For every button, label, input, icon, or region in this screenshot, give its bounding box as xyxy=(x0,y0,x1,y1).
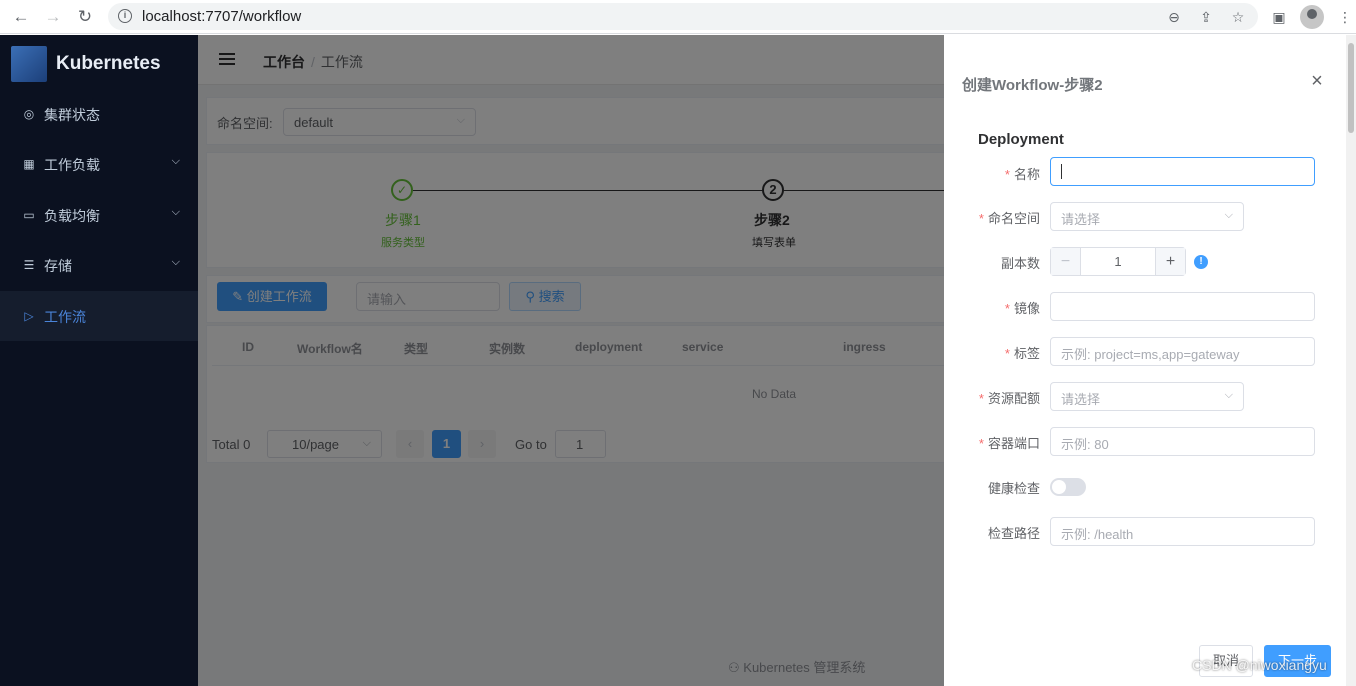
required-mark: * xyxy=(978,211,984,226)
close-icon[interactable]: × xyxy=(1308,71,1326,91)
watermark-text: CSDN @niwoxiangyu xyxy=(1192,657,1327,673)
app-sidebar: Kubernetes ◎ 集群状态 ▦ 工作负载 ⌵ ▭ 负载均衡 ⌵ ☰ 存储… xyxy=(0,35,198,686)
sidebar-item-cluster-status[interactable]: ◎ 集群状态 xyxy=(0,89,198,139)
replicas-stepper[interactable]: − 1 + xyxy=(1050,247,1186,276)
resources-placeholder: 请选择 xyxy=(1061,392,1101,407)
name-label-text: 名称 xyxy=(1013,167,1040,182)
port-placeholder: 示例: 80 xyxy=(1061,437,1109,452)
required-mark: * xyxy=(1004,301,1010,316)
create-workflow-drawer: 创建Workflow-步骤2 × Deployment * 名称 * 命名空间 请选… xyxy=(944,35,1356,686)
port-label: * 容器端口 xyxy=(944,433,1040,452)
required-mark: * xyxy=(978,436,984,451)
grid-icon: ▦ xyxy=(23,157,35,171)
drawer-title: 创建Workflow-步骤2 xyxy=(962,77,1103,94)
name-label: * 名称 xyxy=(944,164,1040,183)
sidebar-item-label: 存储 xyxy=(44,258,72,274)
image-input[interactable] xyxy=(1050,292,1315,321)
chevron-down-icon: ⌵ xyxy=(171,155,180,167)
namespace-field-label: * 命名空间 xyxy=(944,208,1040,227)
chevron-down-icon: ⌵ xyxy=(171,256,180,268)
browser-toolbar: ← → ↻ i localhost:7707/workflow ⊖ ⇪ ☆ ▣ … xyxy=(0,0,1356,34)
chevron-down-icon: ⌵ xyxy=(1224,389,1233,401)
resources-select[interactable]: 请选择 ⌵ xyxy=(1050,382,1244,411)
namespace-field-select[interactable]: 请选择 ⌵ xyxy=(1050,202,1244,231)
chevron-down-icon: ⌵ xyxy=(1224,209,1233,221)
sidebar-item-label: 工作流 xyxy=(44,309,86,325)
image-label: * 镜像 xyxy=(944,298,1040,317)
share-icon[interactable]: ⇪ xyxy=(1196,7,1216,27)
health-path-label: 检查路径 xyxy=(987,526,1040,541)
namespace-field-placeholder: 请选择 xyxy=(1061,212,1101,227)
labels-input[interactable]: 示例: project=ms,app=gateway xyxy=(1050,337,1315,366)
logo-text: Kubernetes xyxy=(56,53,161,74)
scrollbar-thumb[interactable] xyxy=(1348,43,1354,133)
labels-label: * 标签 xyxy=(944,343,1040,362)
replicas-value: 1 xyxy=(1114,254,1122,269)
url-text: localhost:7707/workflow xyxy=(142,8,302,25)
health-path-input[interactable]: 示例: /health xyxy=(1050,517,1315,546)
bookmark-star-icon[interactable]: ☆ xyxy=(1228,7,1248,27)
dashboard-icon: ◎ xyxy=(23,107,35,121)
modal-overlay[interactable] xyxy=(198,35,944,686)
image-label-text: 镜像 xyxy=(1013,301,1040,316)
section-title: Deployment xyxy=(978,131,1064,148)
side-panel-icon[interactable]: ▣ xyxy=(1268,6,1290,28)
sidebar-item-label: 工作负载 xyxy=(44,157,100,173)
replicas-label: 副本数 xyxy=(1000,256,1040,271)
forward-arrow-icon[interactable]: → xyxy=(42,6,64,28)
required-mark: * xyxy=(1004,167,1010,182)
name-input[interactable] xyxy=(1050,157,1315,186)
port-input[interactable]: 示例: 80 xyxy=(1050,427,1315,456)
play-circle-icon: ▷ xyxy=(24,309,34,323)
increment-button[interactable]: + xyxy=(1155,248,1185,275)
namespace-field-label-text: 命名空间 xyxy=(987,211,1040,226)
required-mark: * xyxy=(1004,346,1010,361)
text-cursor xyxy=(1061,164,1062,179)
resources-label: * 资源配额 xyxy=(944,388,1040,407)
health-path-placeholder: 示例: /health xyxy=(1061,527,1134,542)
health-check-toggle[interactable] xyxy=(1050,478,1086,496)
document-icon: ☰ xyxy=(23,258,35,272)
back-arrow-icon[interactable]: ← xyxy=(10,6,32,28)
more-menu-icon[interactable]: ⋮ xyxy=(1334,6,1356,28)
sidebar-item-workloads[interactable]: ▦ 工作负载 ⌵ xyxy=(0,139,198,189)
sidebar-item-storage[interactable]: ☰ 存储 ⌵ xyxy=(0,240,198,290)
address-bar[interactable]: i localhost:7707/workflow ⊖ ⇪ ☆ xyxy=(108,3,1258,30)
chevron-down-icon: ⌵ xyxy=(171,206,180,218)
resources-label-text: 资源配额 xyxy=(987,391,1040,406)
briefcase-icon: ▭ xyxy=(23,208,35,222)
decrement-button[interactable]: − xyxy=(1051,248,1081,275)
sidebar-item-workflow[interactable]: ▷ 工作流 xyxy=(0,291,198,341)
sidebar-item-label: 集群状态 xyxy=(44,107,100,123)
info-icon[interactable]: ! xyxy=(1194,255,1208,269)
health-check-label: 健康检查 xyxy=(987,481,1040,496)
required-mark: * xyxy=(978,391,984,406)
labels-label-text: 标签 xyxy=(1013,346,1040,361)
labels-placeholder: 示例: project=ms,app=gateway xyxy=(1061,347,1240,362)
zoom-icon[interactable]: ⊖ xyxy=(1164,7,1184,27)
site-info-icon[interactable]: i xyxy=(118,9,132,23)
page-scrollbar[interactable] xyxy=(1346,35,1356,686)
logo-icon xyxy=(11,46,47,82)
sidebar-item-load-balancing[interactable]: ▭ 负载均衡 ⌵ xyxy=(0,190,198,240)
port-label-text: 容器端口 xyxy=(987,436,1040,451)
sidebar-item-label: 负载均衡 xyxy=(44,208,100,224)
profile-avatar[interactable] xyxy=(1300,5,1324,29)
reload-icon[interactable]: ↻ xyxy=(74,6,96,28)
